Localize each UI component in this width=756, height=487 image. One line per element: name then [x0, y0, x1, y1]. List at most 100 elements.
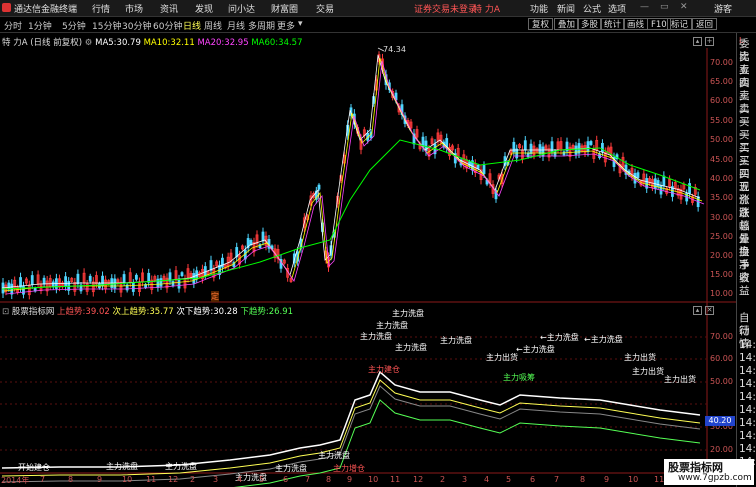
- price-tick: 35.00: [710, 193, 733, 202]
- annotation-wash: 主力洗盘: [106, 462, 138, 471]
- candle-body: [134, 274, 138, 280]
- candle-body: [688, 183, 691, 194]
- annotation-wash-left: ←主力洗盘: [540, 333, 579, 342]
- price-tick: 65.00: [710, 77, 733, 86]
- candle-body: [538, 144, 542, 154]
- expand-icon[interactable]: +: [705, 37, 714, 46]
- annotation-ship: 主力出货: [486, 353, 518, 362]
- settings-icon[interactable]: ⚙: [85, 38, 93, 48]
- price-tick: 50.00: [710, 135, 733, 144]
- time-tick: 6: [530, 475, 536, 484]
- ma60-value: 34.57: [278, 38, 303, 48]
- sub-close-icon[interactable]: ✕: [705, 306, 714, 315]
- main-legend: 特 力A (日线 前复权) ⚙ MA5:30.79 MA10:32.11 MA2…: [2, 36, 303, 48]
- second-up-value: 35.77: [149, 307, 174, 317]
- ma5-label: MA5:: [95, 38, 117, 48]
- time-tick: 2: [440, 475, 446, 484]
- candle-body: [51, 281, 55, 288]
- time-tick: 8: [68, 475, 74, 484]
- candle-body: [476, 164, 480, 169]
- time-tick: 7: [305, 475, 311, 484]
- indicator-tick: 50.00: [710, 377, 733, 386]
- candle-body: [42, 277, 46, 285]
- candle-body: [159, 278, 163, 287]
- indicator-tick: 60.00: [710, 354, 733, 363]
- event-marker[interactable]: 定: [211, 291, 219, 302]
- candle-body: [180, 272, 184, 277]
- time-tick: 4: [484, 475, 490, 484]
- ma10-line: [3, 57, 703, 292]
- collapse-icon[interactable]: ▴: [693, 37, 702, 46]
- time-tick: 10: [368, 475, 379, 484]
- quote-label: 收益: [739, 272, 750, 297]
- candle-body: [482, 165, 486, 175]
- trade-time: 14:5: [739, 352, 756, 364]
- price-tick: 45.00: [710, 155, 733, 164]
- annotation-wash-left: ←主力洗盘: [584, 335, 623, 344]
- time-tick: 11: [654, 475, 665, 484]
- time-tick: 11: [146, 475, 157, 484]
- time-tick: 12: [168, 475, 179, 484]
- time-tick: 7: [554, 475, 560, 484]
- annotation-start: 开始建仓: [18, 463, 50, 472]
- kline-chart[interactable]: [0, 0, 736, 487]
- candle-body: [529, 143, 533, 154]
- candle-body: [64, 276, 68, 287]
- candle-body: [249, 239, 253, 245]
- annotation-ship: 主力出货: [632, 367, 664, 376]
- candle-body: [261, 231, 265, 242]
- candle-body: [10, 283, 14, 295]
- price-tick: 15.00: [710, 270, 733, 279]
- ma20-value: 32.95: [224, 38, 249, 48]
- candle-body: [177, 278, 181, 289]
- indicator-icon: ⊡: [2, 307, 10, 317]
- ma5-value: 30.79: [116, 38, 141, 48]
- trade-time: 14:5: [739, 339, 756, 351]
- time-tick: 3: [213, 475, 219, 484]
- candle-body: [656, 180, 660, 187]
- annotation-chip: 主力吸筹: [503, 373, 535, 382]
- cursor-value-badge: 40.20: [705, 416, 735, 426]
- candle-body: [662, 175, 666, 187]
- time-tick: 9: [97, 475, 103, 484]
- time-tick: 10: [122, 475, 133, 484]
- annotation-ship: 主力出货: [624, 353, 656, 362]
- annotation-wash: 主力洗盘: [165, 462, 197, 471]
- annotation-wash: 主力洗盘: [395, 343, 427, 352]
- annotation-wash: 主力洗盘: [360, 332, 392, 341]
- time-tick: 9: [604, 475, 610, 484]
- second-up-label: 次上趋势:: [112, 307, 150, 317]
- time-tick: 2: [190, 475, 196, 484]
- legend-stock-name: 特 力A: [2, 38, 28, 48]
- time-tick: 9: [347, 475, 353, 484]
- candle-body: [7, 282, 11, 290]
- second-down-value: 30.28: [213, 307, 238, 317]
- time-tick: 6: [283, 475, 289, 484]
- time-tick: 8: [580, 475, 586, 484]
- trade-time: 14:5: [739, 443, 756, 455]
- annotation-wash-left: ←主力洗盘: [516, 345, 555, 354]
- candle-body: [22, 285, 25, 295]
- ma20-label: MA20:: [197, 38, 225, 48]
- annotation-wash: 主力洗盘: [275, 464, 307, 473]
- ma5-line: [1, 54, 701, 289]
- price-tick: 20.00: [710, 251, 733, 260]
- annotation-ship: 主力出货: [664, 375, 696, 384]
- ma60-label: MA60:: [251, 38, 279, 48]
- candle-body: [131, 282, 135, 292]
- ma10-label: MA10:: [143, 38, 171, 48]
- time-tick: 11: [390, 475, 401, 484]
- price-tick: 30.00: [710, 213, 733, 222]
- time-tick: 7: [40, 475, 46, 484]
- price-tick: 40.00: [710, 174, 733, 183]
- time-tick: 2014年: [1, 476, 30, 485]
- trade-time: 14:5: [739, 404, 756, 416]
- candle-body: [88, 275, 92, 282]
- candle-body: [586, 141, 590, 152]
- peak-price-label: 74.34: [383, 45, 406, 54]
- sub-collapse-icon[interactable]: ▴: [693, 306, 702, 315]
- time-tick: 5: [259, 475, 265, 484]
- annotation-wash: 主力洗盘: [440, 336, 472, 345]
- indicator-tick: 20.00: [710, 445, 733, 454]
- candle-body: [601, 142, 604, 153]
